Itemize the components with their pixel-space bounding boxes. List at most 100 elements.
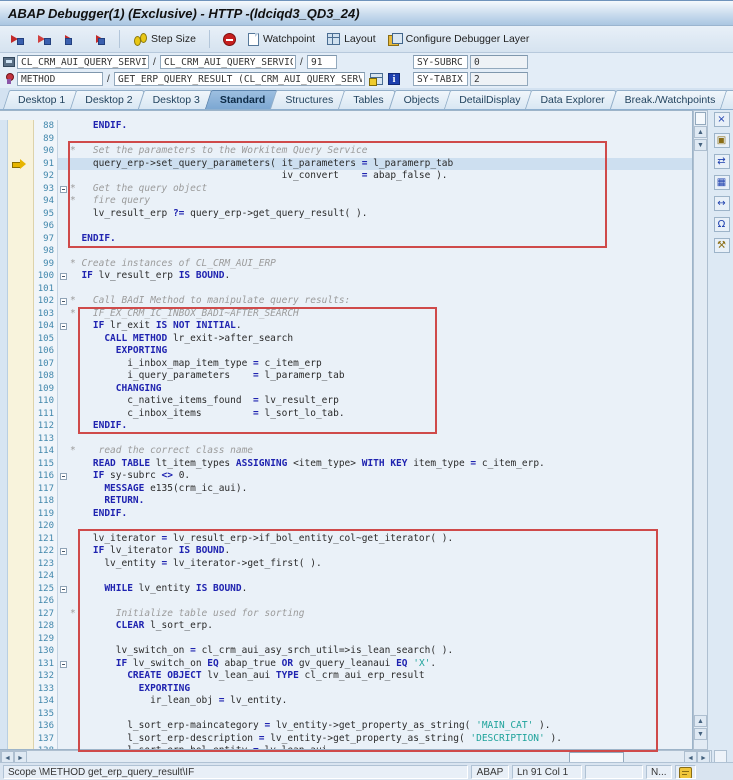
configure-debugger-layer-button[interactable]: Configure Debugger Layer (384, 31, 534, 47)
code-line[interactable]: 105 CALL METHOD lr_exit->after_search (0, 332, 692, 345)
selection-strip[interactable] (0, 482, 8, 495)
selection-strip[interactable] (0, 470, 8, 483)
vscroll-up-arrow[interactable]: ▲ (694, 126, 707, 138)
selection-strip[interactable] (0, 407, 8, 420)
code-line[interactable]: 117 MESSAGE e135(crm_ic_aui). (0, 482, 692, 495)
code-line[interactable]: 103 * IF_EX_CRM_IC_INBOX_BADI~AFTER_SEARC… (0, 307, 692, 320)
breakpoint-gutter[interactable] (8, 595, 34, 608)
selection-strip[interactable] (0, 282, 8, 295)
breakpoint-gutter[interactable] (8, 220, 34, 233)
selection-strip[interactable] (0, 332, 8, 345)
tab-desktop-2[interactable]: Desktop 2 (70, 90, 146, 109)
selection-strip[interactable] (0, 295, 8, 308)
watchpoint-button[interactable]: Watchpoint (244, 31, 319, 48)
code-line[interactable]: 137 l_sort_erp-description = lv_entity->… (0, 732, 692, 745)
code-line[interactable]: 107 i_inbox_map_item_type = c_item_erp (0, 357, 692, 370)
code-line[interactable]: 92 iv_convert = abap_false ). (0, 170, 692, 183)
breakpoint-gutter[interactable] (8, 482, 34, 495)
code-line[interactable]: 106 EXPORTING (0, 345, 692, 358)
selection-strip[interactable] (0, 570, 8, 583)
selection-strip[interactable] (0, 557, 8, 570)
selection-strip[interactable] (0, 445, 8, 458)
code-line[interactable]: 114 * read the correct class name (0, 445, 692, 458)
code-line[interactable]: 124 (0, 570, 692, 583)
source-code-panel[interactable]: 88 ENDIF. 89 90 * Set the parameters to the… (0, 110, 693, 750)
selection-strip[interactable] (0, 670, 8, 683)
new-window-icon[interactable]: ▣ (713, 133, 730, 148)
code-line[interactable]: 116 IF sy-subrc <> 0. (0, 470, 692, 483)
selection-strip[interactable] (0, 720, 8, 733)
selection-strip[interactable] (0, 682, 8, 695)
breakpoint-gutter[interactable] (8, 120, 34, 133)
selection-strip[interactable] (0, 632, 8, 645)
collapse-icon[interactable] (60, 473, 67, 480)
code-line[interactable]: 110 c_native_items_found = lv_result_erp (0, 395, 692, 408)
main-program-field[interactable] (17, 55, 149, 69)
breakpoint-gutter[interactable] (8, 445, 34, 458)
breakpoint-gutter[interactable] (8, 295, 34, 308)
breakpoint-gutter[interactable] (8, 307, 34, 320)
tab-detaildisplay[interactable]: DetailDisplay (444, 90, 534, 109)
breakpoint-gutter[interactable] (8, 732, 34, 745)
select-block-icon[interactable]: ▦ (713, 175, 730, 190)
breakpoint-gutter[interactable] (8, 345, 34, 358)
breakpoint-gutter[interactable] (8, 607, 34, 620)
collapse-icon[interactable] (60, 323, 67, 330)
selection-strip[interactable] (0, 207, 8, 220)
code-line[interactable]: 101 (0, 282, 692, 295)
info-icon[interactable]: i (388, 73, 400, 85)
code-line[interactable]: 134 ir_lean_obj = lv_entity. (0, 695, 692, 708)
breakpoint-gutter[interactable] (8, 520, 34, 533)
breakpoint-gutter[interactable] (8, 632, 34, 645)
selection-strip[interactable] (0, 357, 8, 370)
code-line[interactable]: 94 * fire query (0, 195, 692, 208)
vscroll-down-arrow[interactable]: ▼ (694, 139, 707, 151)
code-line[interactable]: 90 * Set the parameters to the Workitem Q… (0, 145, 692, 158)
selection-strip[interactable] (0, 120, 8, 133)
step-size-button[interactable]: Step Size (129, 31, 200, 48)
breakpoint-gutter[interactable] (8, 195, 34, 208)
breakpoint-gutter[interactable] (8, 507, 34, 520)
code-line[interactable]: 109 CHANGING (0, 382, 692, 395)
selection-strip[interactable] (0, 195, 8, 208)
code-line[interactable]: 104 IF lr_exit IS NOT INITIAL. (0, 320, 692, 333)
code-line[interactable]: 96 (0, 220, 692, 233)
layout-button[interactable]: Layout (323, 31, 380, 47)
breakpoint-gutter[interactable] (8, 207, 34, 220)
event-type-field[interactable] (17, 72, 103, 86)
collapse-icon[interactable] (60, 585, 67, 593)
selection-strip[interactable] (0, 695, 8, 708)
code-line[interactable]: 136 l_sort_erp-maincategory = lv_entity-… (0, 720, 692, 733)
breakpoint-gutter[interactable] (8, 282, 34, 295)
selection-strip[interactable] (0, 257, 8, 270)
selection-strip[interactable] (0, 132, 8, 145)
tab-standard[interactable]: Standard (204, 90, 280, 109)
breakpoint-gutter[interactable] (8, 407, 34, 420)
selection-strip[interactable] (0, 582, 8, 595)
code-line[interactable]: 112 ENDIF. (0, 420, 692, 433)
sy-subrc-label[interactable]: SY-SUBRC (413, 55, 468, 69)
code-line[interactable]: 95 lv_result_erp ?= query_erp->get_query… (0, 207, 692, 220)
collapse-icon[interactable] (60, 298, 67, 305)
selection-strip[interactable] (0, 607, 8, 620)
code-line[interactable]: 120 (0, 520, 692, 533)
collapse-icon[interactable] (60, 660, 67, 668)
breakpoint-gutter[interactable] (8, 457, 34, 470)
collapse-icon[interactable] (60, 548, 67, 555)
code-line[interactable]: 135 (0, 707, 692, 720)
sy-tabix-label[interactable]: SY-TABIX (413, 72, 468, 86)
breakpoint-gutter[interactable] (8, 370, 34, 383)
include-field[interactable] (160, 55, 296, 69)
selection-strip[interactable] (0, 707, 8, 720)
breakpoint-gutter[interactable] (8, 357, 34, 370)
breakpoint-gutter[interactable] (8, 170, 34, 183)
breakpoint-gutter[interactable] (8, 182, 34, 195)
breakpoint-gutter[interactable] (8, 545, 34, 558)
selection-strip[interactable] (0, 395, 8, 408)
code-line[interactable]: 126 (0, 595, 692, 608)
code-line[interactable]: 91 query_erp->set_query_parameters( it_p… (0, 157, 692, 170)
table-edit-icon[interactable] (369, 73, 383, 86)
code-line[interactable]: 93 * Get the query object (0, 182, 692, 195)
code-line[interactable]: 123 lv_entity = lv_iterator->get_first( … (0, 557, 692, 570)
breakpoint-gutter[interactable] (8, 582, 34, 595)
